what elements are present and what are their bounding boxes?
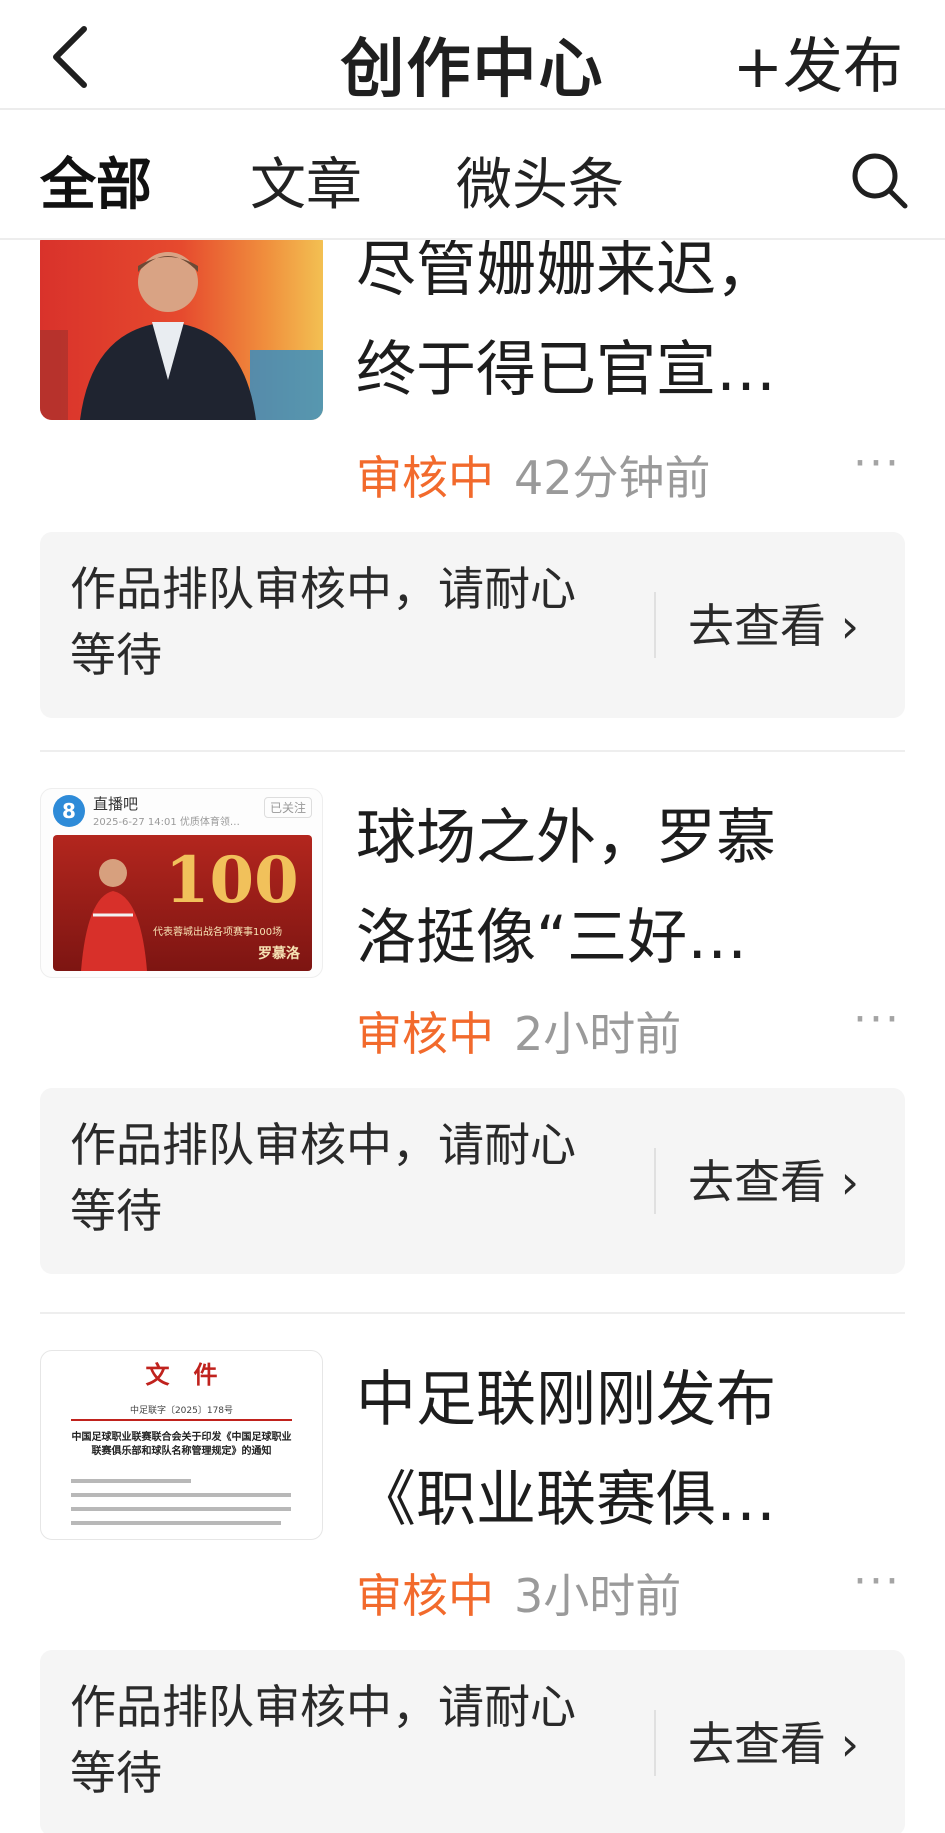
article-thumbnail[interactable]: [40, 240, 323, 420]
content-tabs: 全部 文章 微头条: [0, 112, 945, 240]
notice-text: 作品排队审核中，请耐心等待: [70, 1118, 576, 1238]
view-details-link[interactable]: 去查看 ›: [688, 1708, 859, 1774]
headline-line: 《职业联赛俱…: [356, 1465, 776, 1535]
timestamp: 42分钟前: [514, 451, 711, 505]
status-badge: 审核中: [356, 1569, 494, 1623]
status-badge: 审核中: [356, 451, 494, 505]
list-item[interactable]: 文 件 中足联字〔2025〕178号 中国足球职业联赛联合会关于印发《中国足球职…: [40, 1350, 905, 1833]
works-feed[interactable]: 尽管姗姗来迟， 终于得已官宣… 审核中 42分钟前 ··· 作品排队审核中，请耐心…: [0, 240, 945, 1833]
article-meta: 审核中 3小时前: [356, 1560, 681, 1626]
divider: [654, 1148, 656, 1214]
article-headline[interactable]: 尽管姗姗来迟， 终于得已官宣…: [356, 240, 896, 420]
headline-line: 球场之外，罗慕: [356, 803, 776, 873]
headline-line: 中足联刚刚发布: [356, 1365, 776, 1435]
review-notice: 作品排队审核中，请耐心等待 去查看 ›: [40, 1088, 905, 1274]
more-options-button[interactable]: ···: [853, 438, 901, 489]
divider: [654, 1710, 656, 1776]
divider: [40, 1312, 905, 1314]
more-options-button[interactable]: ···: [853, 994, 901, 1045]
status-badge: 审核中: [356, 1007, 494, 1061]
coach-photo-image: [40, 252, 323, 420]
search-icon: [852, 153, 908, 209]
list-item[interactable]: 8 直播吧 2025-6-27 14:01 优质体育领… 已关注 100 代表蓉…: [40, 788, 905, 1328]
headline-line: 终于得已官宣…: [356, 335, 776, 405]
account-name: 直播吧: [93, 795, 139, 813]
divider: [40, 750, 905, 752]
milestone-number: 100: [165, 843, 299, 918]
view-details-link[interactable]: 去查看 ›: [688, 590, 859, 656]
back-button[interactable]: [40, 22, 100, 92]
notice-text: 作品排队审核中，请耐心等待: [70, 562, 576, 682]
article-headline[interactable]: 中足联刚刚发布 《职业联赛俱…: [356, 1350, 896, 1550]
timestamp: 3小时前: [514, 1569, 682, 1623]
review-notice: 作品排队审核中，请耐心等待 去查看 ›: [40, 1650, 905, 1833]
article-thumbnail[interactable]: 文 件 中足联字〔2025〕178号 中国足球职业联赛联合会关于印发《中国足球职…: [40, 1350, 323, 1540]
list-item[interactable]: 尽管姗姗来迟， 终于得已官宣… 审核中 42分钟前 ··· 作品排队审核中，请耐心…: [40, 240, 905, 880]
text-line: [71, 1521, 281, 1525]
review-notice: 作品排队审核中，请耐心等待 去查看 ›: [40, 532, 905, 718]
text-line: [71, 1479, 191, 1483]
document-heading: 中国足球职业联赛联合会关于印发《中国足球职业联赛俱乐部和球队名称管理规定》的通知: [71, 1432, 292, 1457]
publish-button[interactable]: +发布: [733, 18, 903, 105]
article-thumbnail[interactable]: 8 直播吧 2025-6-27 14:01 优质体育领… 已关注 100 代表蓉…: [40, 788, 323, 978]
player-name: 罗慕洛: [258, 946, 300, 962]
follow-badge: 已关注: [263, 797, 312, 818]
article-meta: 审核中 42分钟前: [356, 442, 711, 508]
document-red-rule: [71, 1419, 292, 1421]
divider: [654, 592, 656, 658]
document-title: 文 件: [145, 1360, 218, 1389]
text-line: [71, 1507, 291, 1511]
headline-line: 尽管姗姗来迟，: [356, 240, 776, 305]
tab-articles[interactable]: 文章: [250, 140, 362, 221]
article-headline[interactable]: 球场之外，罗慕 洛挺像“三好…: [356, 788, 896, 988]
account-avatar: 8: [53, 795, 85, 827]
poster-caption: 代表蓉城出战各项赛事100场: [153, 927, 283, 938]
document-number: 中足联字〔2025〕178号: [129, 1406, 234, 1416]
tab-all[interactable]: 全部: [40, 140, 152, 221]
view-details-link[interactable]: 去查看 ›: [688, 1146, 859, 1212]
back-arrow-icon: [53, 26, 87, 88]
post-date: 2025-6-27 14:01 优质体育领…: [93, 817, 240, 828]
article-meta: 审核中 2小时前: [356, 998, 681, 1064]
more-options-button[interactable]: ···: [853, 1556, 901, 1607]
poster-image: 100 代表蓉城出战各项赛事100场 罗慕洛: [53, 835, 312, 971]
timestamp: 2小时前: [514, 1007, 682, 1061]
search-button[interactable]: [847, 148, 911, 212]
text-line: [71, 1493, 291, 1497]
notice-text: 作品排队审核中，请耐心等待: [70, 1680, 576, 1800]
tab-micro-posts[interactable]: 微头条: [456, 140, 624, 221]
top-nav-bar: 创作中心 +发布: [0, 0, 945, 110]
headline-line: 洛挺像“三好…: [356, 903, 748, 973]
